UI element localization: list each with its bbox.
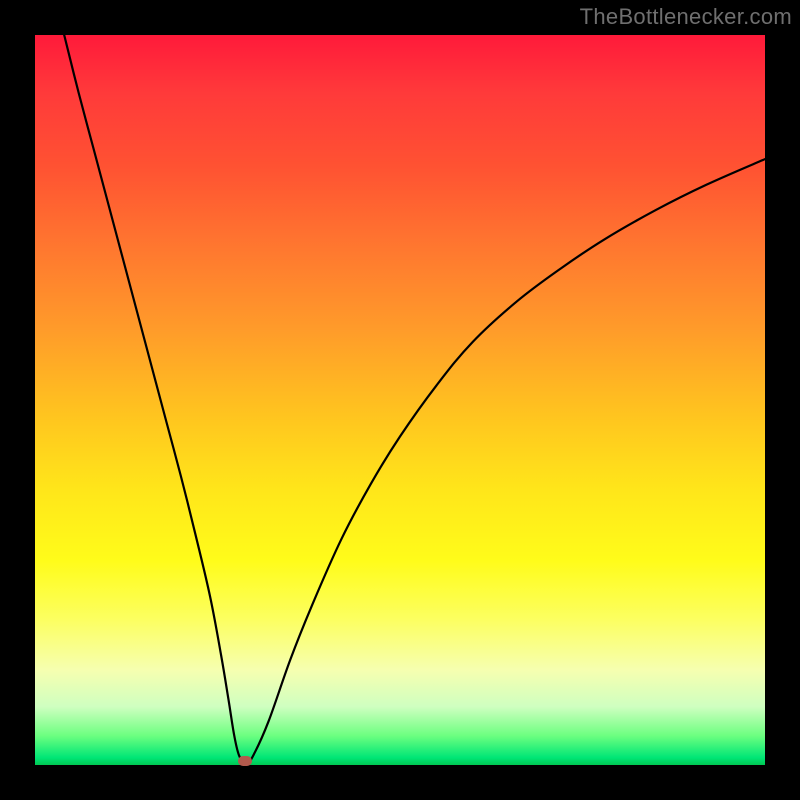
plot-area <box>35 35 765 765</box>
curve-svg <box>35 35 765 765</box>
bottleneck-curve <box>64 35 765 764</box>
optimal-marker <box>238 756 252 766</box>
watermark-text: TheBottlenecker.com <box>580 4 792 30</box>
chart-frame: TheBottlenecker.com <box>0 0 800 800</box>
